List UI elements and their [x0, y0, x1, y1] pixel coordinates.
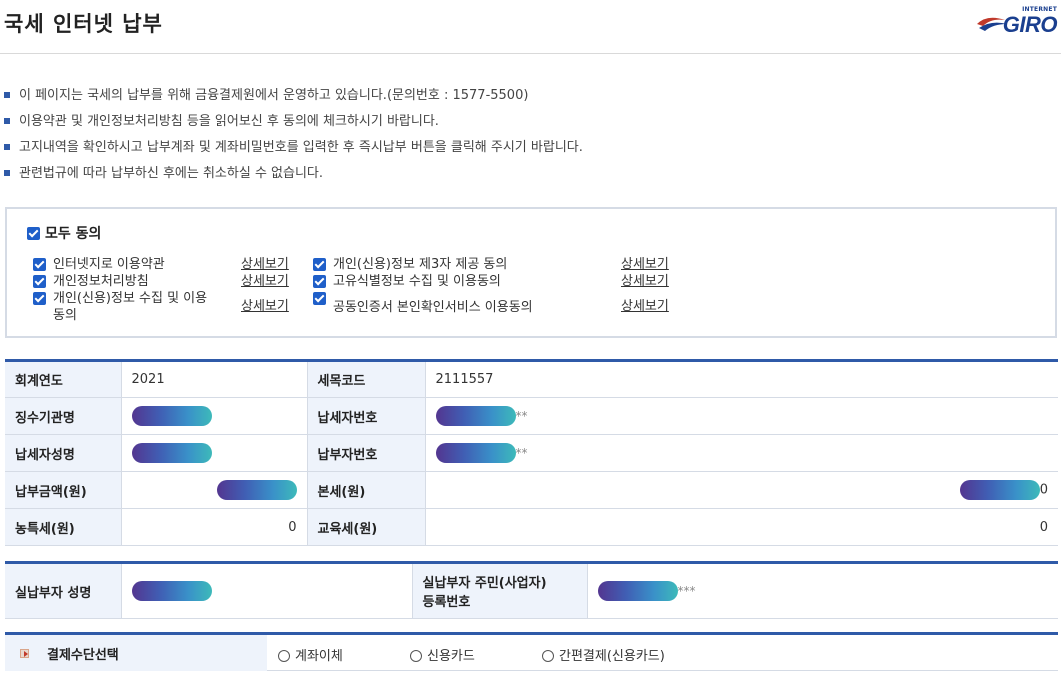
edu-tax-value: 0: [424, 508, 1058, 546]
payment-method-label-cell: 결제수단선택: [5, 635, 267, 671]
table-row: 회계연도 2021 세목코드 2111557: [5, 360, 1058, 398]
taxpayer-name-label: 납세자성명: [5, 434, 121, 472]
detail-link-privacy[interactable]: 상세보기: [241, 274, 289, 290]
redaction-mark: [131, 581, 212, 601]
checkbox-checked-icon[interactable]: [313, 275, 326, 288]
fiscal-year-label: 회계연도: [5, 360, 121, 398]
agency-label: 징수기관명: [5, 397, 121, 435]
detail-link-unique-id[interactable]: 상세보기: [621, 274, 669, 290]
notice-item: 관련법규에 따라 납부하신 후에는 취소하실 수 없습니다.: [4, 164, 1054, 190]
payer-name-label: 실납부자 성명: [5, 562, 121, 619]
agreement-box: 모두 동의 인터넷지로 이용약관 개인정보처리방침 개인(신용)정보 수집 및 …: [5, 207, 1057, 338]
checkbox-checked-icon[interactable]: [33, 275, 46, 288]
checkbox-checked-icon[interactable]: [27, 226, 40, 240]
checkbox-checked-icon[interactable]: [33, 292, 46, 305]
agency-value: [120, 397, 307, 435]
redaction-mark: [216, 480, 297, 500]
notice-list: 이 페이지는 국세의 납부를 위해 금융결제원에서 운영하고 있습니다.(문의번…: [4, 86, 1054, 190]
checkbox-checked-icon[interactable]: [313, 258, 326, 271]
agree-all-label: 모두 동의: [45, 226, 102, 242]
rural-tax-value: 0: [120, 508, 307, 546]
page-header: 국세 인터넷 납부 INTERNET GIRO: [0, 0, 1061, 54]
payment-method-row: 결제수단선택 계좌이체 신용카드 간편결제(신용카드): [5, 632, 1058, 671]
payer-id-label: 실납부자 주민(사업자) 등록번호: [411, 562, 587, 619]
tax-info-table: 회계연도 2021 세목코드 2111557 징수기관명 납세자번호 ** 납세…: [5, 359, 1058, 546]
base-tax-label: 본세(원): [306, 471, 425, 509]
base-tax-value: 0: [424, 471, 1058, 509]
detail-link-terms[interactable]: 상세보기: [241, 257, 289, 273]
detail-link-personal-info[interactable]: 상세보기: [241, 299, 289, 315]
taxpayer-no-label: 납세자번호: [306, 397, 425, 435]
giro-logo: INTERNET GIRO: [975, 6, 1058, 37]
redaction-mark: [435, 443, 516, 463]
redaction-mark: [597, 581, 678, 601]
payer-id-value: ***: [586, 562, 1058, 619]
payer-name-value: [120, 562, 412, 619]
square-bullet-icon: [4, 118, 10, 124]
fiscal-year-value: 2021: [120, 360, 307, 398]
notice-item: 이용약관 및 개인정보처리방침 등을 읽어보신 후 동의에 체크하시기 바랍니다…: [4, 112, 1054, 138]
page-title: 국세 인터넷 납부: [4, 12, 163, 36]
radio-unchecked-icon[interactable]: [278, 649, 290, 662]
radio-credit-card[interactable]: 신용카드: [410, 645, 475, 664]
notice-item: 고지내역을 확인하시고 납부계좌 및 계좌비밀번호를 입력한 후 즉시납부 버튼…: [4, 138, 1054, 164]
square-bullet-icon: [4, 170, 10, 176]
play-arrow-icon: [20, 649, 29, 658]
redaction-mark: [959, 480, 1040, 500]
redaction-mark: [131, 406, 212, 426]
square-bullet-icon: [4, 92, 10, 98]
payment-method-label: 결제수단선택: [47, 648, 119, 663]
edu-tax-label: 교육세(원): [306, 508, 425, 546]
rural-tax-label: 농특세(원): [5, 508, 121, 546]
logo-main-text: GIRO: [1002, 12, 1058, 37]
payment-no-label: 납부자번호: [306, 434, 425, 472]
notice-item: 이 페이지는 국세의 납부를 위해 금융결제원에서 운영하고 있습니다.(문의번…: [4, 86, 1054, 112]
radio-easy-pay[interactable]: 간편결제(신용카드): [542, 645, 665, 664]
radio-unchecked-icon[interactable]: [542, 649, 554, 662]
square-bullet-icon: [4, 144, 10, 150]
agree-all-checkbox[interactable]: 모두 동의: [27, 223, 101, 243]
amount-value: [120, 471, 307, 509]
table-row: 농특세(원) 0 교육세(원) 0: [5, 508, 1058, 546]
payer-info-table: 실납부자 성명 실납부자 주민(사업자) 등록번호 ***: [5, 561, 1058, 619]
taxpayer-name-value: [120, 434, 307, 472]
table-row: 납부금액(원) 본세(원) 0: [5, 471, 1058, 509]
table-row: 납세자성명 납부자번호 **: [5, 434, 1058, 472]
tax-code-label: 세목코드: [306, 360, 425, 398]
tax-code-value: 2111557: [424, 360, 1058, 398]
checkbox-checked-icon[interactable]: [313, 292, 326, 305]
redaction-mark: [131, 443, 212, 463]
taxpayer-no-value: **: [424, 397, 1058, 435]
checkbox-checked-icon[interactable]: [33, 258, 46, 271]
table-row: 징수기관명 납세자번호 **: [5, 397, 1058, 435]
radio-account-transfer[interactable]: 계좌이체: [278, 645, 343, 664]
detail-link-cert-auth[interactable]: 상세보기: [621, 299, 669, 315]
amount-label: 납부금액(원): [5, 471, 121, 509]
payment-no-value: **: [424, 434, 1058, 472]
detail-link-third-party[interactable]: 상세보기: [621, 257, 669, 273]
table-row: 실납부자 성명 실납부자 주민(사업자) 등록번호 ***: [5, 562, 1058, 619]
radio-unchecked-icon[interactable]: [410, 649, 422, 662]
redaction-mark: [435, 406, 516, 426]
